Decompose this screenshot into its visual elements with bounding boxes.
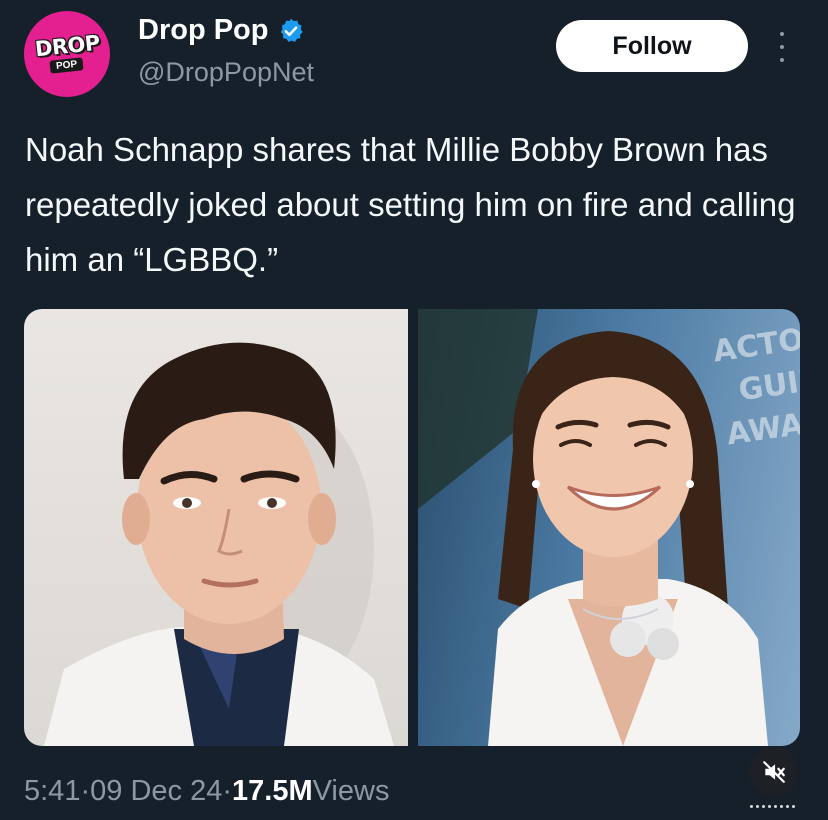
sign-text-line: GUIL (737, 363, 800, 409)
tweet-text: Noah Schnapp shares that Millie Bobby Br… (25, 131, 796, 278)
meta-separator: · (80, 775, 91, 807)
page-indicator (750, 805, 795, 808)
sign-text-line: AWARD (725, 400, 800, 452)
tweet-date[interactable]: 09 Dec 24 (90, 775, 222, 808)
muted-speaker-icon[interactable] (749, 747, 799, 797)
verified-badge-icon (277, 17, 305, 45)
logo-text: DROP (33, 30, 101, 62)
more-dot (780, 32, 784, 36)
more-vertical-icon[interactable] (772, 32, 792, 62)
media-photo-right[interactable]: ACTO GUIL AWARD (418, 309, 800, 746)
sign-text-line: ACTO (711, 322, 800, 369)
meta-separator: · (222, 775, 232, 807)
account-handle[interactable]: @DropPopNet (138, 57, 314, 88)
name-row: Drop Pop (138, 14, 305, 47)
media-photo-left[interactable] (24, 309, 408, 746)
tweet-meta: 5:41 · 09 Dec 24 · 17.5M Views (24, 775, 389, 808)
display-name[interactable]: Drop Pop (138, 14, 269, 47)
views-label: Views (312, 775, 390, 807)
follow-button[interactable]: Follow (556, 20, 748, 72)
avatar[interactable]: DROP POP (24, 11, 110, 97)
more-dot (780, 45, 784, 49)
logo-subtext: POP (49, 57, 85, 74)
views-count: 17.5M (232, 775, 313, 807)
tweet-time[interactable]: 5:41 (24, 775, 80, 808)
more-dot (780, 58, 784, 62)
